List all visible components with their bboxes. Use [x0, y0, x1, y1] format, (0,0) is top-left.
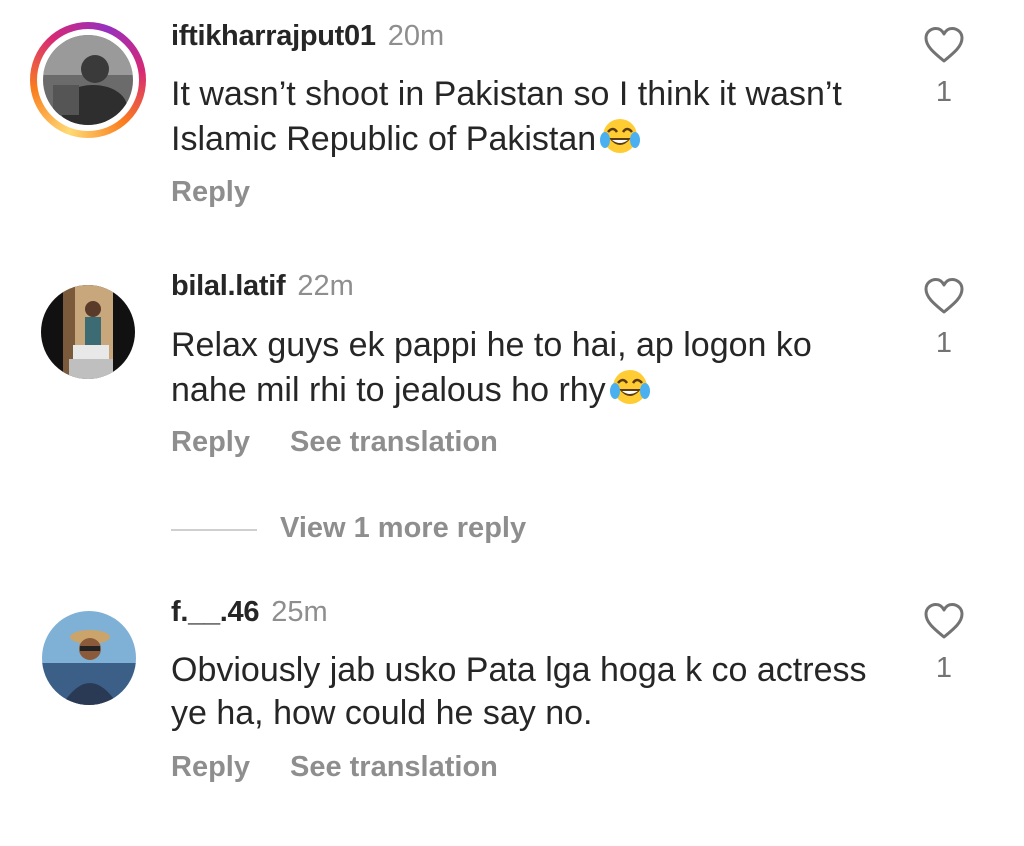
heart-outline-icon[interactable] — [921, 277, 967, 315]
comment-body: It wasn’t shoot in Pakistan so I think i… — [171, 75, 842, 158]
reply-button[interactable]: Reply — [171, 426, 250, 458]
like-control: 1 — [921, 277, 967, 360]
avatar[interactable] — [43, 35, 133, 125]
reply-thread-line — [171, 529, 257, 531]
timestamp: 20m — [387, 20, 445, 52]
username[interactable]: f.__.46 — [171, 596, 259, 628]
comment-actions: Reply See translation — [171, 751, 538, 784]
comment-text: It wasn’t shoot in Pakistan so I think i… — [171, 73, 871, 167]
comments-list: iftikharrajput01 20m It wasn’t shoot in P… — [0, 0, 1024, 846]
reply-button[interactable]: Reply — [171, 176, 250, 208]
comment-text: Obviously jab usko Pata lga hoga k co ac… — [171, 649, 871, 735]
see-translation-button[interactable]: See translation — [290, 751, 498, 783]
heart-outline-icon[interactable] — [921, 26, 967, 64]
comment-body: Relax guys ek pappi he to hai, ap logon … — [171, 326, 812, 409]
avatar[interactable] — [41, 285, 135, 379]
reply-button[interactable]: Reply — [171, 751, 250, 783]
comment-body: Obviously jab usko Pata lga hoga k co ac… — [171, 651, 867, 732]
see-translation-button[interactable]: See translation — [290, 426, 498, 458]
comment-actions: Reply — [171, 176, 290, 209]
face-with-tears-of-joy-icon — [600, 116, 641, 167]
comment-header: f.__.46 25m — [171, 596, 328, 629]
username[interactable]: bilal.latif — [171, 270, 286, 302]
heart-outline-icon[interactable] — [921, 602, 967, 640]
comment-header: bilal.latif 22m — [171, 270, 354, 303]
comment-header: iftikharrajput01 20m — [171, 20, 444, 53]
like-count: 1 — [935, 327, 953, 359]
comment-text: Relax guys ek pappi he to hai, ap logon … — [171, 324, 871, 418]
comment-actions: Reply See translation — [171, 426, 538, 459]
story-ring[interactable] — [30, 22, 146, 138]
timestamp: 25m — [271, 596, 328, 628]
username[interactable]: iftikharrajput01 — [171, 20, 376, 52]
like-control: 1 — [921, 26, 967, 109]
like-control: 1 — [921, 602, 967, 685]
timestamp: 22m — [297, 270, 354, 302]
face-with-tears-of-joy-icon — [609, 367, 650, 418]
like-count: 1 — [935, 652, 953, 684]
view-more-replies-label: View 1 more reply — [280, 512, 527, 544]
like-count: 1 — [935, 76, 953, 108]
avatar[interactable] — [42, 611, 136, 705]
